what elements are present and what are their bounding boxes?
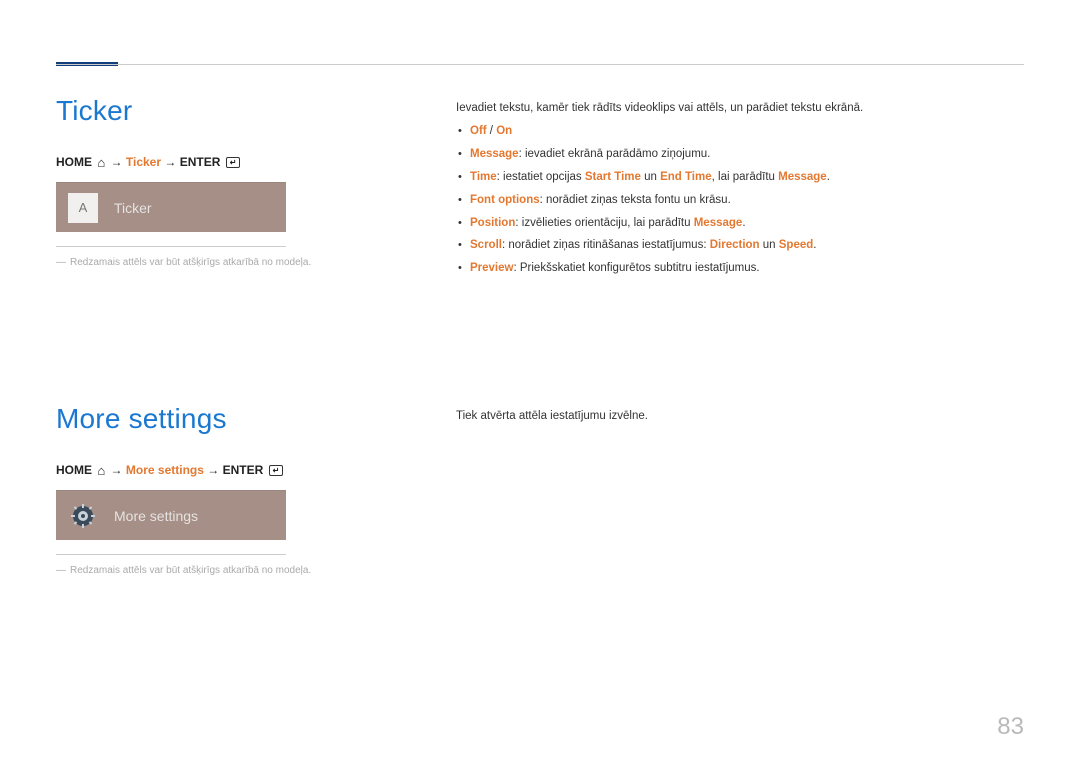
bullet-time: Time: iestatiet opcijas Start Time un En… xyxy=(470,169,1024,187)
text-message: : ievadiet ekrānā parādāmo ziņojumu. xyxy=(519,148,711,160)
t: : izvēlieties orientāciju, lai parādītu xyxy=(515,217,693,229)
heading-more-settings: More settings xyxy=(56,403,416,435)
ticker-intro: Ievadiet tekstu, kamēr tiek rādīts video… xyxy=(456,99,1024,117)
more-settings-tile-label: More settings xyxy=(114,508,198,524)
t: un xyxy=(760,239,779,251)
key-font-options: Font options xyxy=(470,194,540,206)
divider xyxy=(56,246,286,247)
key-start-time: Start Time xyxy=(585,171,641,183)
footnote-dash: ― xyxy=(56,257,66,268)
bullet-message: Message: ievadiet ekrānā parādāmo ziņoju… xyxy=(470,146,1024,164)
t: : norādiet ziņas teksta fontu un krāsu. xyxy=(540,194,731,206)
section-more-settings: More settings HOME → More settings → ENT… xyxy=(56,403,1024,578)
t: . xyxy=(813,239,816,251)
gear-icon xyxy=(68,501,98,531)
t: : Priekšskatiet konfigurētos subtitru ie… xyxy=(513,262,759,274)
section-ticker: Ticker HOME → Ticker → ENTER ↵ A Ticker … xyxy=(56,95,1024,283)
ticker-tile-icon: A xyxy=(68,193,98,223)
bullet-font-options: Font options: norādiet ziņas teksta font… xyxy=(470,192,1024,210)
crumb-home: HOME xyxy=(56,463,92,477)
more-settings-intro: Tiek atvērta attēla iestatījumu izvēlne. xyxy=(456,407,1024,425)
key-direction: Direction xyxy=(710,239,760,251)
key-time: Time xyxy=(470,171,497,183)
crumb-home: HOME xyxy=(56,155,92,169)
breadcrumb-more-settings: HOME → More settings → ENTER ↵ xyxy=(56,463,416,478)
ticker-bullets: Off / On Message: ievadiet ekrānā parādā… xyxy=(456,123,1024,278)
t: : iestatiet opcijas xyxy=(497,171,585,183)
opt-on: On xyxy=(496,125,512,137)
key-msg: Message xyxy=(694,217,743,229)
t: un xyxy=(641,171,660,183)
home-icon xyxy=(97,155,105,170)
crumb-item: More settings xyxy=(126,463,204,477)
key-msg: Message xyxy=(778,171,827,183)
menu-tile-more-settings: More settings xyxy=(56,490,286,540)
key-preview: Preview xyxy=(470,262,513,274)
footnote-dash: ― xyxy=(56,565,66,576)
key-speed: Speed xyxy=(779,239,814,251)
crumb-item: Ticker xyxy=(126,155,161,169)
key-scroll: Scroll xyxy=(470,239,502,251)
menu-tile-ticker: A Ticker xyxy=(56,182,286,232)
t: , lai parādītu xyxy=(712,171,778,183)
footnote-more-settings: ― Redzamais attēls var būt atšķirīgs atka… xyxy=(56,563,416,578)
key-message: Message xyxy=(470,148,519,160)
enter-icon: ↵ xyxy=(226,157,241,168)
key-end-time: End Time xyxy=(660,171,712,183)
page-number: 83 xyxy=(997,713,1024,741)
breadcrumb-ticker: HOME → Ticker → ENTER ↵ xyxy=(56,155,416,170)
opt-off: Off xyxy=(470,125,487,137)
crumb-arrow: → xyxy=(111,155,123,169)
t: : norādiet ziņas ritināšanas iestatījumu… xyxy=(502,239,710,251)
crumb-enter: ENTER xyxy=(180,155,221,169)
footnote-text: Redzamais attēls var būt atšķirīgs atkar… xyxy=(70,565,311,576)
home-icon xyxy=(97,463,105,478)
bullet-off-on: Off / On xyxy=(470,123,1024,141)
enter-icon: ↵ xyxy=(269,465,284,476)
bullet-position: Position: izvēlieties orientāciju, lai p… xyxy=(470,215,1024,233)
header-rule xyxy=(56,64,1024,65)
footnote-text: Redzamais attēls var būt atšķirīgs atkar… xyxy=(70,257,311,268)
footnote-ticker: ― Redzamais attēls var būt atšķirīgs atka… xyxy=(56,255,416,270)
t: . xyxy=(742,217,745,229)
heading-ticker: Ticker xyxy=(56,95,416,127)
opt-sep: / xyxy=(487,125,497,137)
crumb-arrow: → xyxy=(207,463,219,477)
key-position: Position xyxy=(470,217,515,229)
t: . xyxy=(827,171,830,183)
bullet-scroll: Scroll: norādiet ziņas ritināšanas iesta… xyxy=(470,237,1024,255)
crumb-enter: ENTER xyxy=(223,463,264,477)
crumb-arrow: → xyxy=(164,155,176,169)
bullet-preview: Preview: Priekšskatiet konfigurētos subt… xyxy=(470,260,1024,278)
crumb-arrow: → xyxy=(111,463,123,477)
divider xyxy=(56,554,286,555)
ticker-tile-label: Ticker xyxy=(114,200,152,216)
